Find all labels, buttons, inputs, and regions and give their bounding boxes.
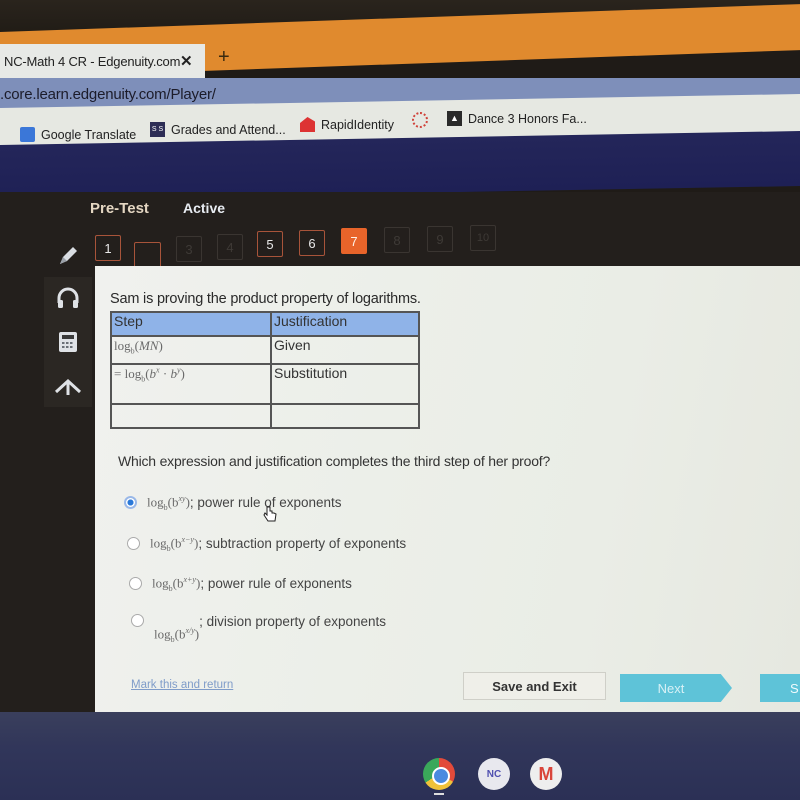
question-10-button[interactable]: 10 xyxy=(470,225,496,251)
question-text: Which expression and justification compl… xyxy=(118,453,551,469)
question-prompt: Sam is proving the product property of l… xyxy=(110,291,421,307)
choice-expression: logb(bx/y) xyxy=(154,626,200,644)
table-header-step: Step xyxy=(110,311,272,337)
nc-app-icon[interactable]: NC xyxy=(478,758,510,790)
question-6-button[interactable]: 6 xyxy=(299,230,325,256)
text-to-speech-button[interactable] xyxy=(44,277,92,319)
schoolsoft-icon: S S xyxy=(150,122,165,137)
answer-choice-b[interactable]: logb(bx−y) ; subtraction property of exp… xyxy=(127,535,406,553)
bookmark-label: RapidIdentity xyxy=(321,117,394,132)
bookmark-canvas[interactable] xyxy=(412,112,428,128)
question-2-button[interactable] xyxy=(134,242,161,269)
table-header-justification: Justification xyxy=(270,311,420,337)
bookmark-label: Google Translate xyxy=(41,127,137,142)
step-cell xyxy=(110,403,272,429)
gmail-icon[interactable]: M xyxy=(530,758,562,790)
table-row xyxy=(110,403,420,429)
proof-table: Step Justification logb(MN) Given = logb… xyxy=(110,311,420,429)
choice-justification: ; division property of exponents xyxy=(199,614,386,629)
tool-rail xyxy=(44,277,92,407)
bookmark-google-translate[interactable]: Google Translate xyxy=(20,127,136,142)
bookmark-grades[interactable]: S S Grades and Attend... xyxy=(150,122,286,137)
calculator-button[interactable] xyxy=(44,321,92,363)
justification-cell: Given xyxy=(270,335,420,365)
radio-button[interactable] xyxy=(127,537,140,551)
chrome-icon[interactable] xyxy=(423,758,455,790)
calculator-icon xyxy=(59,332,77,352)
question-8-button[interactable]: 8 xyxy=(384,227,410,253)
bookmark-dance[interactable]: ▲ Dance 3 Honors Fa... xyxy=(447,111,587,126)
question-3-button[interactable]: 3 xyxy=(176,236,202,262)
radio-button[interactable] xyxy=(129,577,142,591)
step-cell: = logb(bx · by) xyxy=(110,363,272,405)
collapse-arrow-icon xyxy=(54,378,82,395)
choice-justification: ; power rule of exponents xyxy=(200,576,352,592)
question-4-button[interactable]: 4 xyxy=(217,234,243,260)
table-row: logb(MN) Given xyxy=(110,335,420,365)
choice-expression: logb(bx−y) xyxy=(150,535,199,553)
url-text[interactable]: .core.learn.edgenuity.com/Player/ xyxy=(0,86,216,103)
tab-title: NC-Math 4 CR - Edgenuity.com xyxy=(4,53,181,69)
assessment-status: Active xyxy=(183,200,226,216)
bookmark-label: Dance 3 Honors Fa... xyxy=(468,111,587,126)
pencil-icon xyxy=(60,247,77,264)
justification-cell: Substitution xyxy=(270,363,420,405)
pencil-tool-button[interactable] xyxy=(44,235,92,277)
question-9-button[interactable]: 9 xyxy=(427,226,453,252)
headphones-icon xyxy=(57,287,79,308)
bookmark-rapididentity[interactable]: RapidIdentity xyxy=(300,117,394,132)
radio-button-selected[interactable] xyxy=(124,496,137,510)
question-5-button[interactable]: 5 xyxy=(257,231,283,257)
step-cell: logb(MN) xyxy=(110,335,272,365)
answer-choice-d[interactable]: logb(bx/y) ; division property of expone… xyxy=(131,614,386,644)
google-translate-icon xyxy=(20,127,35,142)
classroom-icon: ▲ xyxy=(447,111,462,126)
active-app-indicator xyxy=(434,793,444,795)
answer-choice-c[interactable]: logb(bx+y) ; power rule of exponents xyxy=(129,575,352,593)
submit-button[interactable]: S xyxy=(760,674,800,702)
assessment-type: Pre-Test xyxy=(90,200,149,217)
bookmark-label: Grades and Attend... xyxy=(171,122,286,137)
rapididentity-icon xyxy=(300,117,315,132)
radio-button[interactable] xyxy=(131,614,144,627)
choice-expression: logb(bx+y) xyxy=(152,575,201,593)
next-button[interactable]: Next xyxy=(620,674,732,702)
browser-tab[interactable]: NC-Math 4 CR - Edgenuity.com ✕ xyxy=(0,44,205,78)
table-row: = logb(bx · by) Substitution xyxy=(110,363,420,405)
close-tab-icon[interactable]: ✕ xyxy=(180,52,193,70)
choice-expression: logb(bxy) xyxy=(147,494,190,512)
chromeos-shelf xyxy=(0,712,800,800)
answer-choice-a[interactable]: logb(bxy) ; power rule of exponents xyxy=(124,494,342,512)
hand-cursor-icon xyxy=(263,506,277,522)
question-7-button[interactable]: 7 xyxy=(341,228,367,254)
save-and-exit-button[interactable]: Save and Exit xyxy=(463,672,606,700)
justification-cell xyxy=(270,403,420,429)
mark-and-return-link[interactable]: Mark this and return xyxy=(131,679,233,691)
choice-justification: ; subtraction property of exponents xyxy=(198,536,407,552)
new-tab-button[interactable]: + xyxy=(218,46,230,69)
canvas-icon xyxy=(412,112,428,128)
collapse-tools-button[interactable] xyxy=(44,365,92,407)
question-1-button[interactable]: 1 xyxy=(95,235,121,261)
